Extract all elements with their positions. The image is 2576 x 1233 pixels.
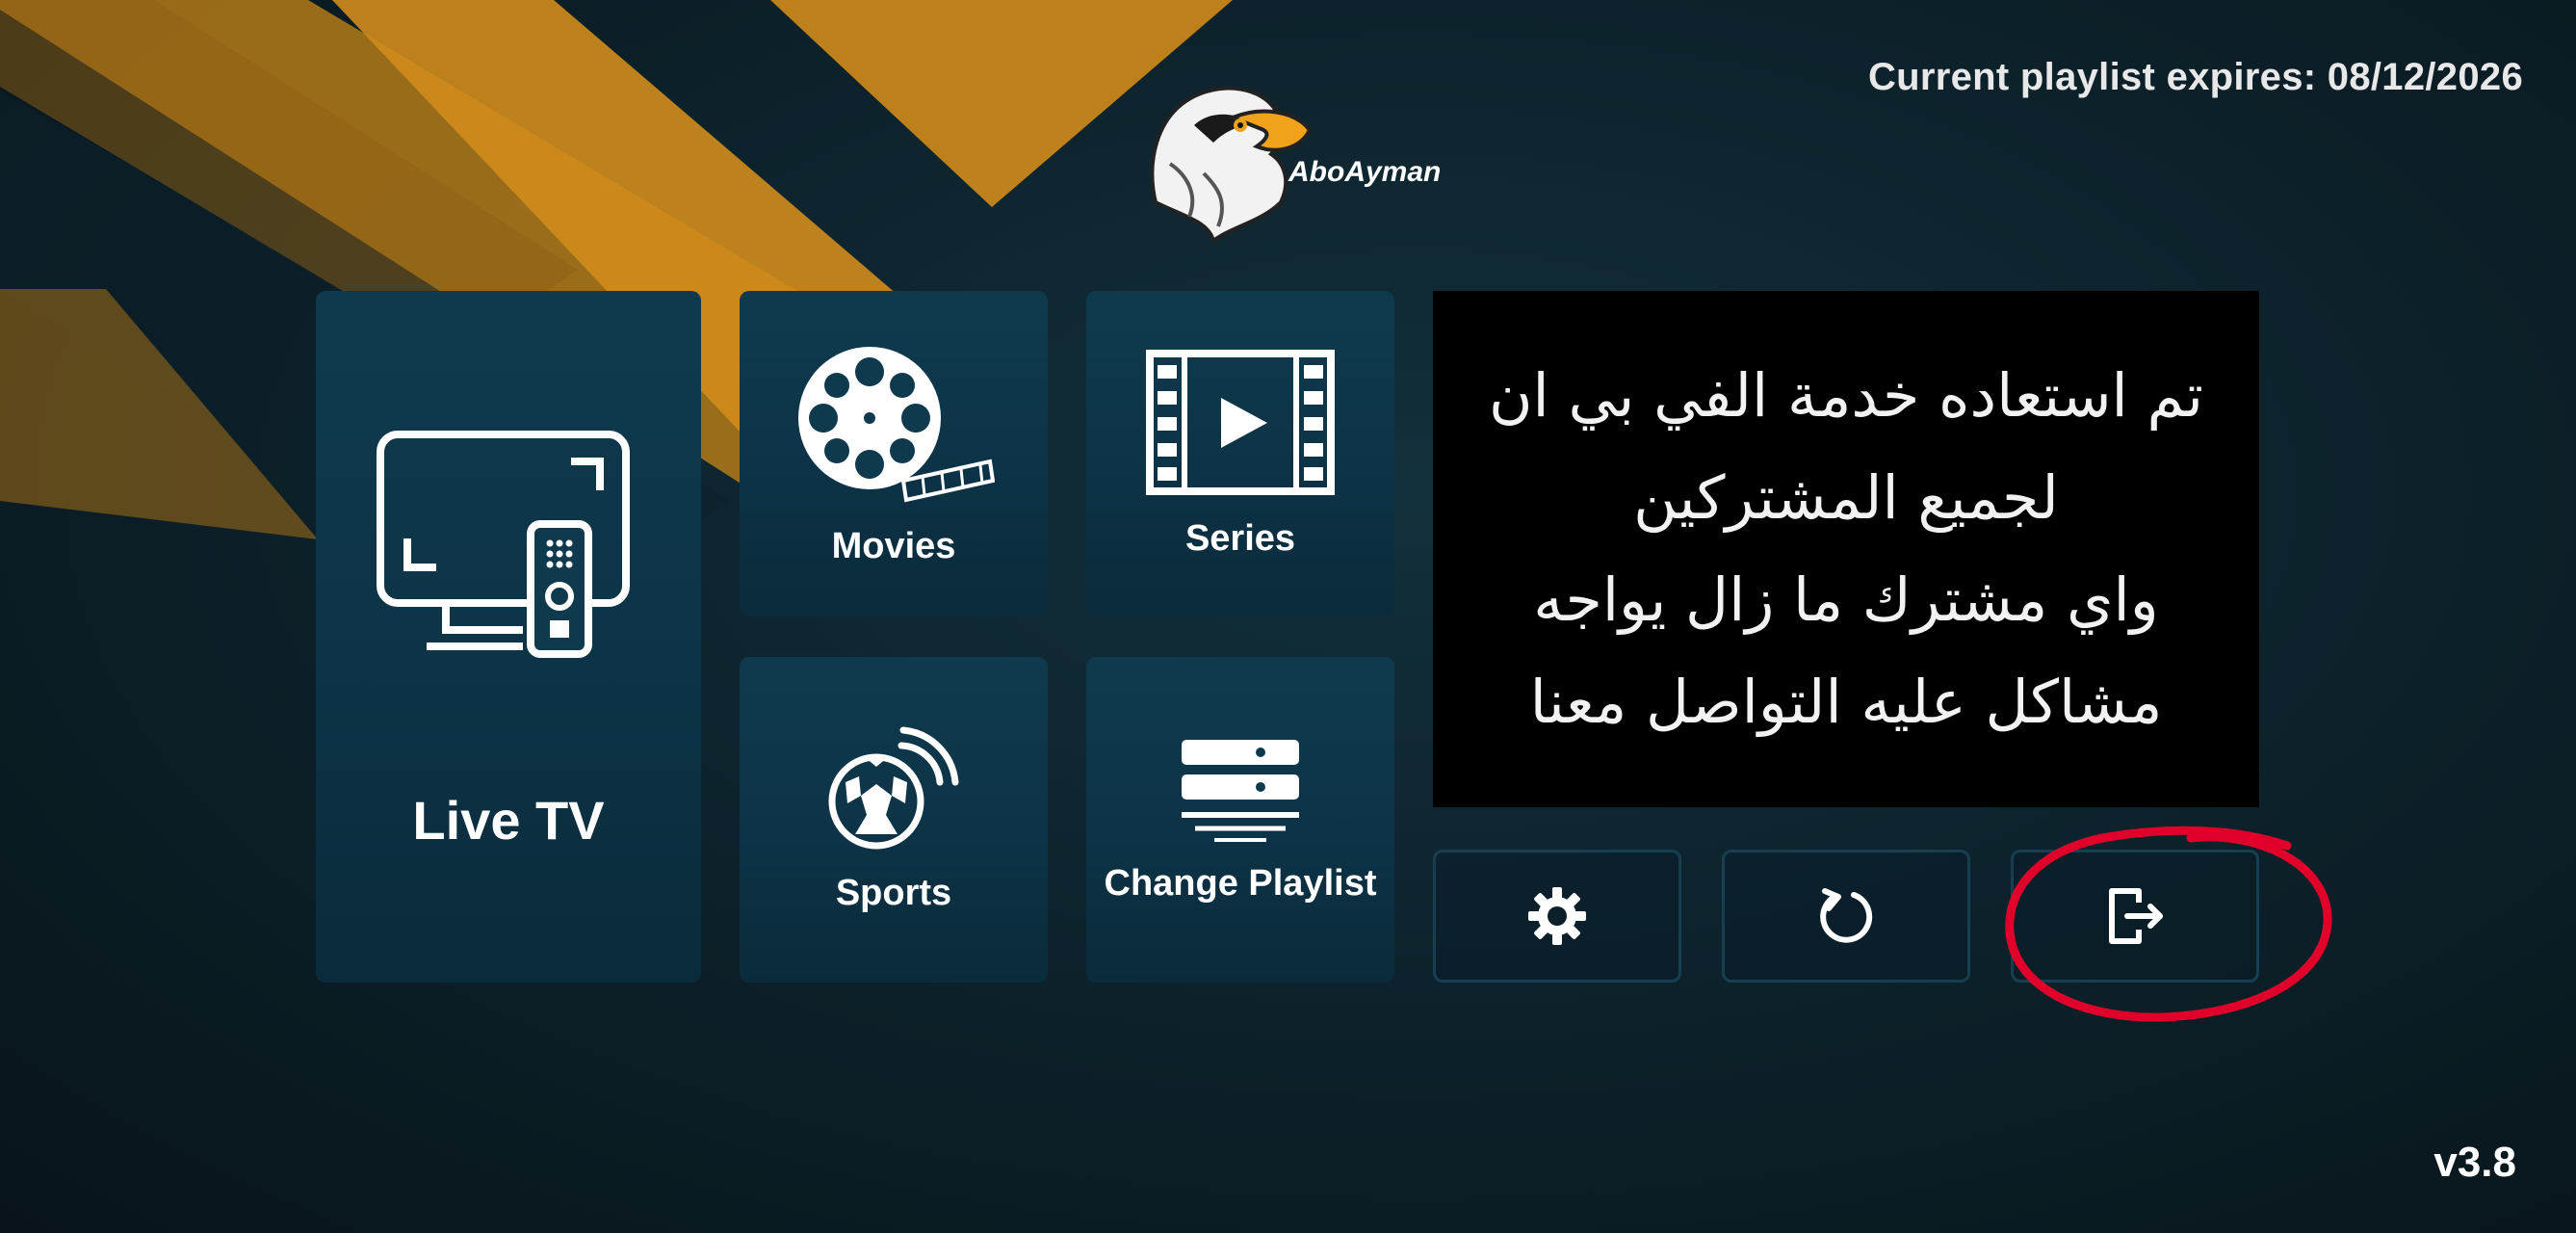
playlist-expiry-text: Current playlist expires: 08/12/2026 — [1867, 56, 2523, 98]
eagle-logo — [1150, 86, 1313, 245]
soccer-ball-broadcast-icon — [828, 726, 959, 849]
series-tile[interactable]: Series — [1086, 291, 1394, 616]
message-line-3: واي مشترك ما زال يواجه — [1533, 564, 2159, 635]
announcement-message: تم استعاده خدمة الفي بي ان لجميع المشترك… — [1433, 291, 2259, 807]
refresh-button[interactable] — [1722, 850, 1970, 983]
playlist-server-icon — [1182, 739, 1299, 842]
change-playlist-label: Change Playlist — [1104, 862, 1377, 904]
app-version: v3.8 — [2433, 1139, 2516, 1186]
message-line-2: لجميع المشتركين — [1633, 462, 2059, 533]
live-tv-label: Live TV — [412, 789, 605, 851]
sports-label: Sports — [835, 872, 952, 913]
gear-icon — [1528, 887, 1586, 945]
red-circle-annotation — [2005, 826, 2332, 1022]
settings-button[interactable] — [1433, 850, 1681, 983]
change-playlist-tile[interactable]: Change Playlist — [1086, 657, 1394, 983]
movies-tile[interactable]: Movies — [740, 291, 1048, 616]
film-reel-icon — [798, 346, 995, 502]
movies-label: Movies — [831, 525, 956, 566]
logo-text: AboAyman — [1288, 156, 1442, 188]
refresh-icon — [1820, 888, 1873, 943]
film-strip-play-icon — [1146, 350, 1335, 495]
sports-tile[interactable]: Sports — [740, 657, 1048, 983]
message-line-4: مشاكل عليه التواصل معنا — [1529, 667, 2163, 737]
message-line-1: تم استعاده خدمة الفي بي ان — [1489, 360, 2204, 431]
home-screen: AboAyman Current playlist expires: 08/12… — [0, 0, 2576, 1233]
tv-remote-icon — [377, 430, 630, 658]
live-tv-tile[interactable]: Live TV — [316, 291, 701, 983]
series-label: Series — [1184, 518, 1296, 559]
